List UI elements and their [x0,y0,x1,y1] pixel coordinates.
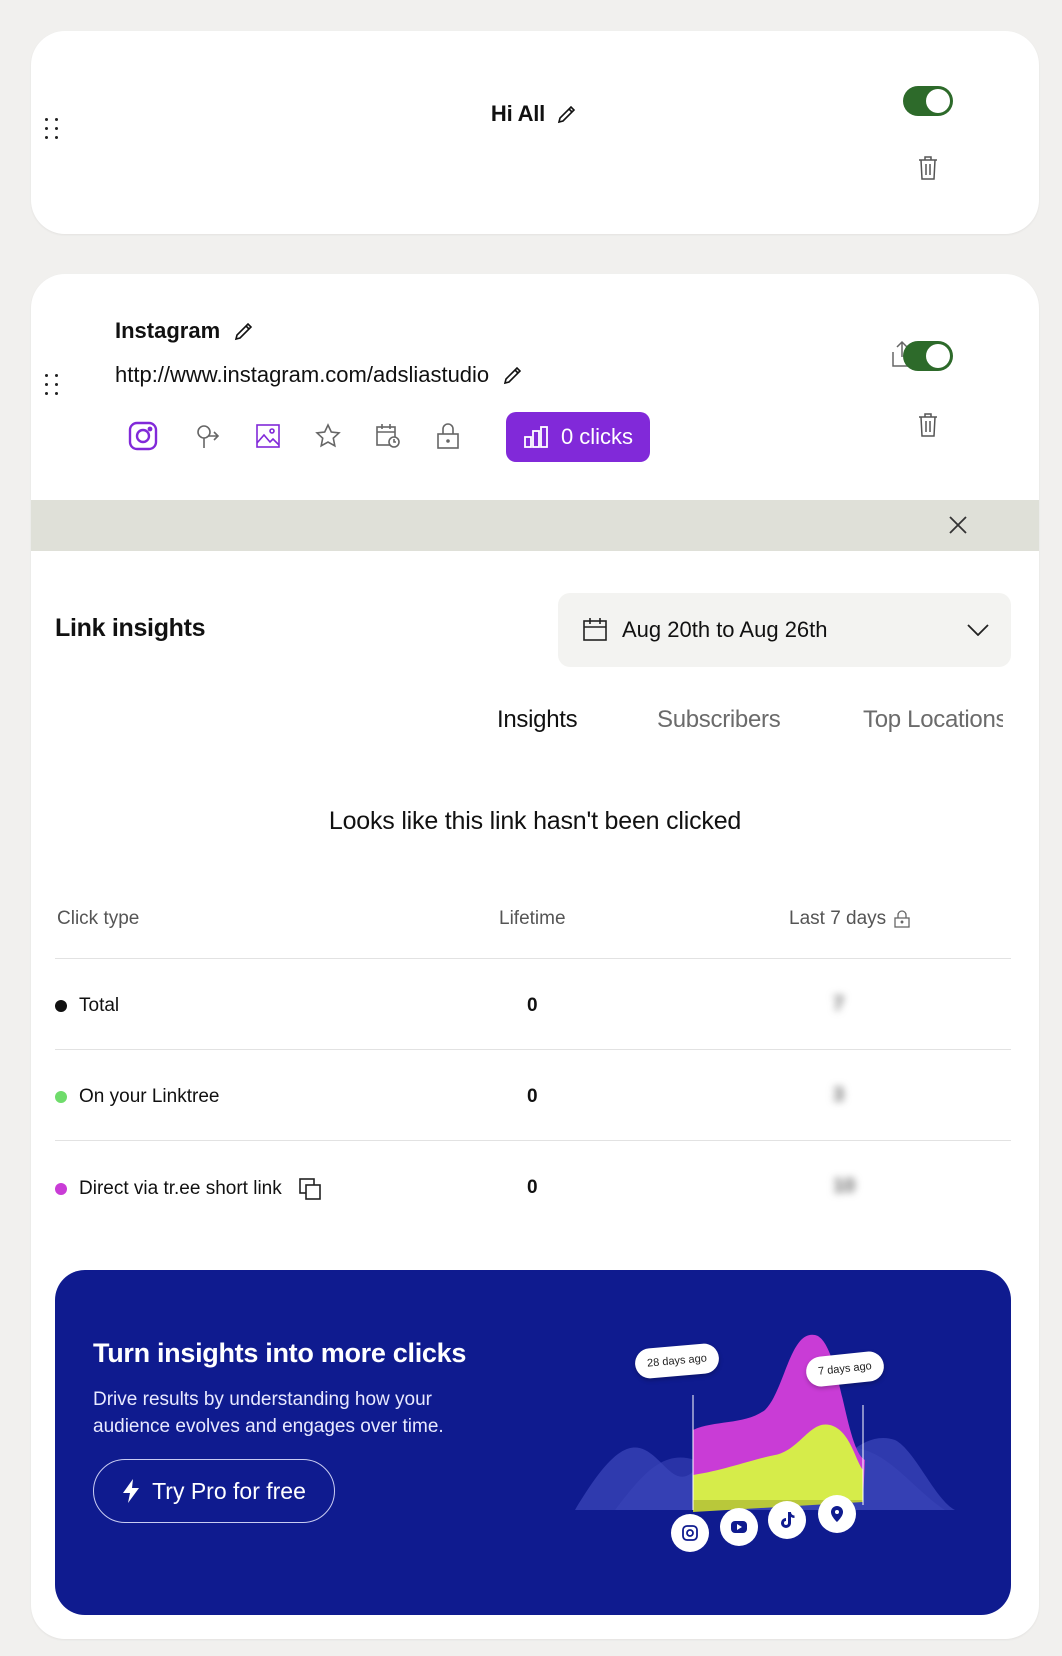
table-row: Direct via tr.ee short link 0 10 [55,1140,1011,1232]
tab-subscribers[interactable]: Subscribers [657,706,781,734]
clicks-label: 0 clicks [560,424,634,449]
short-link-dot [55,1183,67,1195]
copy-icon[interactable] [298,1177,322,1201]
promo-title: Turn insights into more clicks [93,1338,467,1368]
schedule-icon[interactable] [366,414,410,458]
header-visibility-toggle[interactable] [903,86,953,116]
row-last7-value: 3 [833,1084,845,1106]
instagram-icon[interactable] [121,414,165,458]
edit-pencil-icon[interactable] [555,102,579,126]
delete-trash-icon[interactable] [914,153,942,183]
tab-insights[interactable]: Insights [497,706,578,734]
lightning-icon [122,1478,140,1504]
location-pin-icon [818,1495,856,1533]
growth-illustration [575,1334,955,1512]
link-title-row: Instagram [115,318,256,344]
insights-title: Link insights [55,614,206,642]
row-last7-value: 10 [833,1175,856,1197]
link-url-row: http://www.instagram.com/adsliastudio [115,362,525,388]
pro-upsell-banner: Turn insights into more clicks Drive res… [55,1270,1011,1615]
link-title: Instagram [115,318,221,343]
link-card: Instagram http://www.instagram.com/adsli… [31,274,1039,1639]
try-pro-label: Try Pro for free [152,1477,306,1504]
table-row: On your Linktree 0 3 [55,1049,1011,1141]
youtube-icon [720,1508,758,1546]
row-lifetime-value: 0 [527,1086,538,1107]
table-row: Total 0 7 [55,958,1011,1050]
lock-icon [894,910,910,928]
column-header-last-7-days: Last 7 days [789,908,910,930]
header-title: Hi All [490,101,546,126]
linktree-dot [55,1091,67,1103]
drag-handle-icon[interactable] [45,374,59,396]
tiktok-icon [768,1501,806,1539]
lock-icon[interactable] [426,414,470,458]
star-icon[interactable] [306,414,350,458]
close-icon[interactable] [946,513,970,537]
row-lifetime-value: 0 [527,995,538,1016]
column-header-click-type: Click type [57,908,140,929]
link-url: http://www.instagram.com/adsliastudio [115,362,490,387]
header-card: Hi All [31,31,1039,234]
link-visibility-toggle[interactable] [903,341,953,371]
row-last7-value: 7 [833,993,845,1015]
date-range-select[interactable]: Aug 20th to Aug 26th [558,593,1011,667]
tab-top-locations[interactable]: Top Locations [863,706,1003,734]
empty-state-message: Looks like this link hasn't been clicked [328,807,742,835]
row-label: Direct via tr.ee short link [79,1178,282,1199]
edit-title-pencil-icon[interactable] [232,319,256,343]
date-range-value: Aug 20th to Aug 26th [622,617,828,642]
redirect-icon[interactable] [186,414,230,458]
bar-chart-icon [523,425,549,449]
try-pro-button[interactable]: Try Pro for free [93,1459,335,1523]
row-label: On your Linktree [79,1086,220,1107]
calendar-icon [582,617,608,643]
row-lifetime-value: 0 [527,1177,538,1198]
insights-panel-bar [31,500,1039,551]
clicks-analytics-button[interactable]: 0 clicks [506,412,650,462]
edit-url-pencil-icon[interactable] [501,363,525,387]
image-icon[interactable] [246,414,290,458]
header-title-row: Hi All [31,101,1039,127]
insights-tabs: Insights Subscribers Top Locations [31,706,1039,746]
chevron-down-icon [967,624,989,636]
instagram-icon [671,1514,709,1552]
column-header-lifetime: Lifetime [499,908,566,929]
total-dot [55,1000,67,1012]
delete-trash-icon[interactable] [914,410,942,440]
promo-body: Drive results by understanding how your … [93,1389,444,1437]
row-label: Total [79,995,120,1016]
